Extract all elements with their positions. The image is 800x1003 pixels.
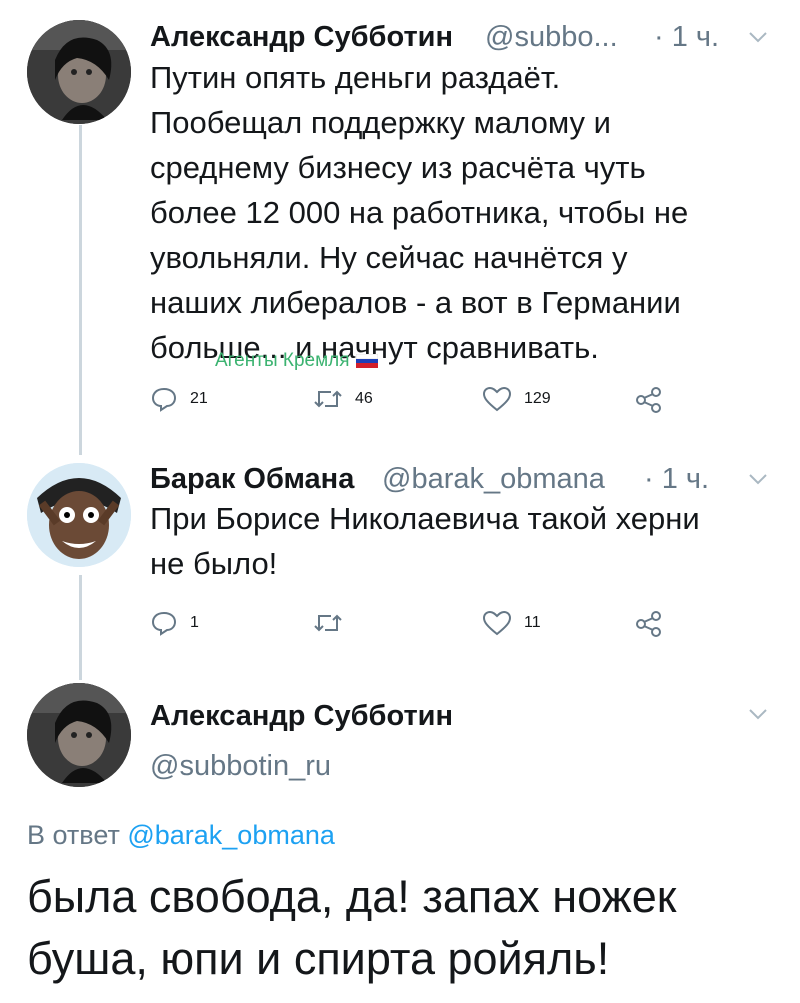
retweet-count: 46 [355,390,373,407]
share-button[interactable] [634,386,664,414]
tweet-author[interactable]: Александр Субботин [150,21,453,54]
share-icon [636,611,661,637]
like-button[interactable]: 129 [482,386,551,412]
tweet-line: Путин опять деньги раздаёт. [150,60,561,95]
main-tweet-text: была свобода, да! запах ножек буша, юпи … [27,866,787,990]
reply-count: 21 [190,390,208,407]
avatar[interactable] [27,463,131,567]
tweet-handle[interactable]: @subbo... [485,21,618,54]
tweet-time: · 1 ч. [644,463,710,495]
tweet-line: Пообещал поддержку малому и [150,105,611,140]
main-tweet-line: буша, юпи и спирта ройяль! [27,933,610,984]
reply-to-link[interactable]: @barak_obmana [127,820,335,850]
watermark: Агенты Кремля [215,350,378,372]
tweet-line: увольняли. Ну сейчас начнётся у [150,240,628,275]
like-button[interactable]: 11 [482,610,541,636]
reply-count: 1 [190,614,199,631]
flag-icon [355,354,378,368]
tweet-line: среднему бизнесу из расчёта чуть [150,150,646,185]
chevron-down-icon[interactable] [748,30,768,44]
like-count: 129 [524,390,551,407]
main-author[interactable]: Александр Субботин [150,700,453,733]
retweet-button[interactable] [313,610,355,636]
watermark-text: Агенты Кремля [215,350,350,371]
reply-prefix: В ответ [27,820,120,850]
avatar-photo [27,463,131,567]
retweet-icon [314,614,342,632]
main-handle[interactable]: @subbotin_ru [150,750,331,783]
tweet-line: наших либералов - а вот в Германии [150,285,681,320]
tweet-line: не было! [150,546,278,581]
avatar-photo [27,683,131,787]
thread-line [79,125,82,455]
chevron-down-icon[interactable] [748,472,768,486]
tweet-handle[interactable]: @barak_obmana [382,463,605,496]
avatar-photo [27,20,131,124]
tweet-line: При Борисе Николаевича такой херни [150,501,700,536]
reply-button[interactable]: 1 [150,610,199,636]
heart-icon [482,610,512,636]
avatar[interactable] [27,20,131,124]
share-button[interactable] [634,610,664,638]
avatar[interactable] [27,683,131,787]
retweet-icon [314,390,342,408]
reply-icon [151,611,177,636]
like-count: 11 [524,614,541,631]
tweet-time: · 1 ч. [654,21,720,53]
tweet-line: более 12 000 на работника, чтобы не [150,195,689,230]
chevron-down-icon[interactable] [748,707,768,721]
tweet-author[interactable]: Барак Обмана [150,463,354,496]
tweet-text: Путин опять деньги раздаёт. Пообещал под… [150,55,790,370]
thread-line [79,575,82,680]
retweet-button[interactable]: 46 [313,386,373,412]
heart-icon [482,386,512,412]
tweet-text: При Борисе Николаевича такой херни не бы… [150,496,790,586]
reply-context: В ответ @barak_obmana [27,820,335,851]
reply-button[interactable]: 21 [150,386,208,412]
main-tweet-line: была свобода, да! запах ножек [27,871,677,922]
reply-icon [151,387,177,412]
share-icon [636,387,661,413]
